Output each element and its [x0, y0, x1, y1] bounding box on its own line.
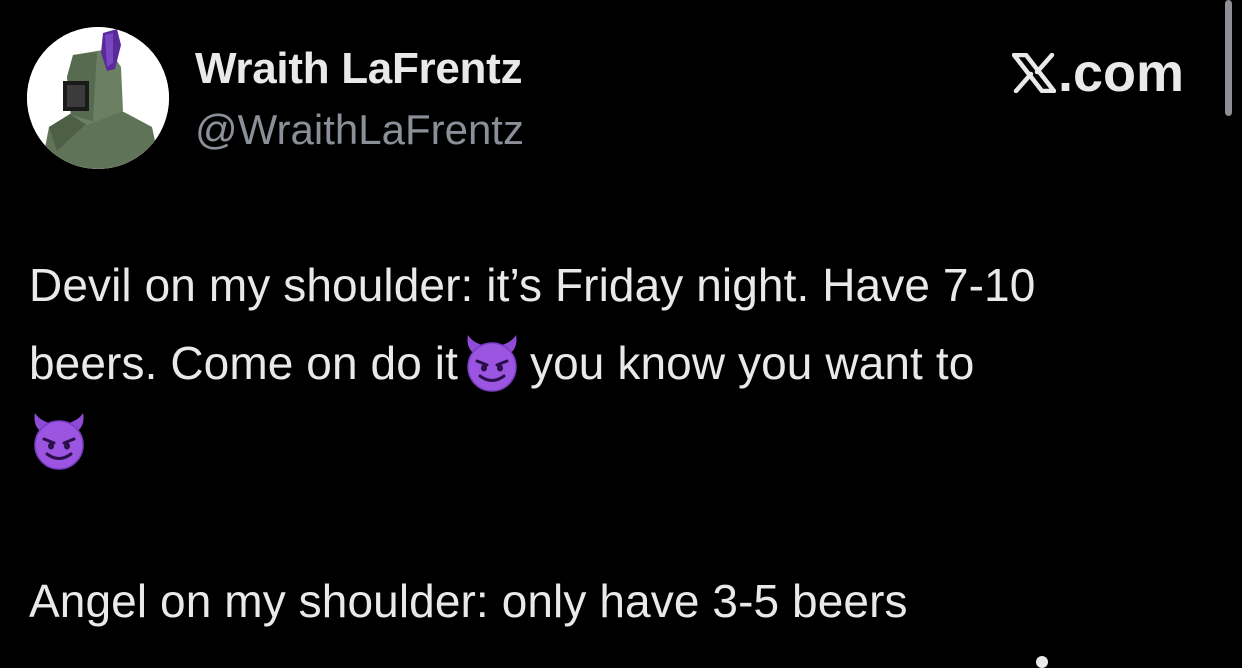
display-name[interactable]: Wraith LaFrentz [195, 44, 522, 94]
site-logo-suffix: .com [1057, 43, 1184, 103]
avatar[interactable] [27, 27, 169, 169]
x-logo-icon [1011, 53, 1056, 93]
tweet-line-2-start: beers. Come on do it [29, 337, 459, 389]
tweet-line-1: Devil on my shoulder: it’s Friday night.… [29, 259, 1036, 311]
knight-helmet-icon [27, 27, 169, 169]
scrollbar[interactable] [1225, 0, 1232, 116]
site-logo: .com [1011, 42, 1184, 104]
user-handle[interactable]: @WraithLaFrentz [195, 106, 524, 154]
smiling-face-with-horns-icon [34, 413, 84, 470]
smiling-face-with-horns-icon [467, 335, 517, 392]
tweet-line-2-end: you know you want to [530, 337, 975, 389]
tweet-line-3: Angel on my shoulder: only have 3-5 beer… [29, 575, 908, 627]
scroll-indicator-dot [1036, 656, 1048, 668]
tweet-text: Devil on my shoulder: it’s Friday night.… [29, 246, 1219, 480]
